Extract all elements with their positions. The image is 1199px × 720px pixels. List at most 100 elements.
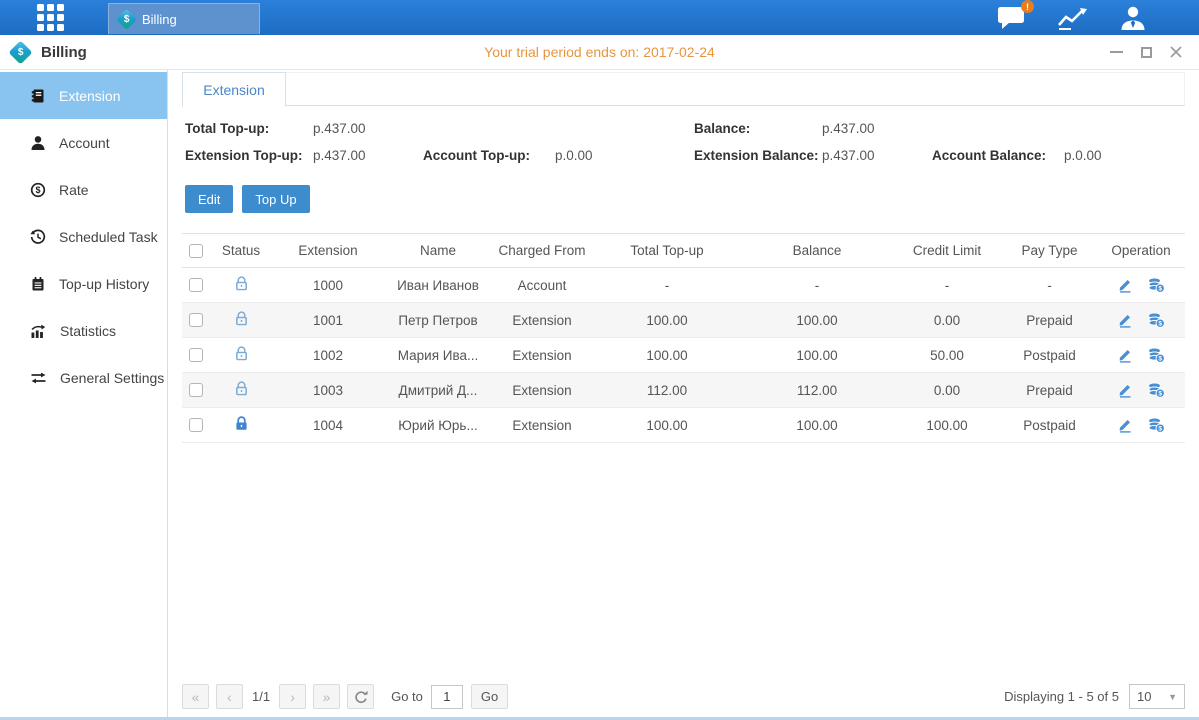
page-indicator: 1/1 — [252, 689, 270, 704]
top-up-coins-icon[interactable]: $ — [1147, 312, 1165, 328]
extension-book-icon — [30, 88, 46, 104]
cell-name: Дмитрий Д... — [384, 373, 492, 408]
app-tab-billing[interactable]: $ Billing — [108, 3, 260, 34]
sidebar-item-label: Top-up History — [59, 276, 149, 292]
sidebar-item-extension[interactable]: Extension — [0, 72, 167, 119]
select-all-checkbox[interactable] — [189, 244, 203, 258]
row-checkbox[interactable] — [189, 418, 203, 432]
sidebar-item-rate[interactable]: $ Rate — [0, 166, 167, 213]
cell-charged-from: Extension — [492, 303, 592, 338]
sidebar-item-scheduled-task[interactable]: Scheduled Task — [0, 213, 167, 260]
col-operation: Operation — [1097, 234, 1185, 268]
statistics-chart-icon[interactable] — [1057, 5, 1089, 31]
window-title-bar: $ Billing Your trial period ends on: 201… — [0, 35, 1199, 70]
row-checkbox[interactable] — [189, 278, 203, 292]
top-up-coins-icon[interactable]: $ — [1147, 347, 1165, 363]
lock-open-icon — [233, 275, 250, 292]
cell-extension: 1001 — [272, 303, 384, 338]
person-icon — [30, 135, 46, 151]
table-header-row: Status Extension Name Charged From Total… — [182, 234, 1185, 268]
sidebar-item-statistics[interactable]: Statistics — [0, 307, 167, 354]
svg-text:$: $ — [1158, 286, 1162, 293]
balance-label: Balance: — [694, 121, 822, 136]
top-up-coins-icon[interactable]: $ — [1147, 277, 1165, 293]
table-row: 1003 Дмитрий Д... Extension 112.00 112.0… — [182, 373, 1185, 408]
pagination-bar: « ‹ 1/1 › » Go to Go Displaying 1 - 5 of… — [182, 684, 1185, 709]
cell-extension: 1002 — [272, 338, 384, 373]
go-button[interactable]: Go — [471, 684, 508, 709]
close-icon[interactable] — [1169, 45, 1183, 59]
cell-extension: 1004 — [272, 408, 384, 443]
sidebar-item-label: Rate — [59, 182, 89, 198]
app-grid-icon[interactable] — [37, 4, 64, 31]
cell-credit-limit: 0.00 — [892, 373, 1002, 408]
cell-charged-from: Extension — [492, 338, 592, 373]
prev-page-button[interactable]: ‹ — [216, 684, 243, 709]
edit-button[interactable]: Edit — [185, 185, 233, 213]
table-row: 1000 Иван Иванов Account - - - - $ — [182, 268, 1185, 303]
col-total-topup: Total Top-up — [592, 234, 742, 268]
billing-diamond-icon: $ — [116, 8, 137, 29]
top-up-coins-icon[interactable]: $ — [1147, 382, 1165, 398]
svg-text:$: $ — [1158, 321, 1162, 328]
extension-balance-value: p.437.00 — [822, 148, 932, 163]
sidebar-item-topup-history[interactable]: Top-up History — [0, 260, 167, 307]
ledger-icon — [30, 276, 46, 292]
col-name: Name — [384, 234, 492, 268]
svg-text:$: $ — [35, 185, 40, 195]
lock-open-icon — [233, 310, 250, 327]
sidebar-item-account[interactable]: Account — [0, 119, 167, 166]
user-account-icon[interactable] — [1119, 5, 1147, 31]
refresh-icon — [354, 690, 368, 704]
balance-summary: Total Top-up: p.437.00 Extension Top-up:… — [182, 121, 1185, 163]
cell-balance: 100.00 — [742, 338, 892, 373]
sidebar-item-label: General Settings — [60, 370, 164, 386]
cell-credit-limit: 0.00 — [892, 303, 1002, 338]
extensions-table: Status Extension Name Charged From Total… — [182, 233, 1185, 443]
maximize-icon[interactable] — [1139, 45, 1153, 59]
sidebar-item-label: Scheduled Task — [59, 229, 158, 245]
edit-pencil-icon[interactable] — [1117, 417, 1133, 433]
first-page-button[interactable]: « — [182, 684, 209, 709]
row-checkbox[interactable] — [189, 348, 203, 362]
minimize-icon[interactable] — [1109, 45, 1123, 59]
sliders-icon — [30, 370, 47, 386]
row-checkbox[interactable] — [189, 383, 203, 397]
last-page-button[interactable]: » — [313, 684, 340, 709]
refresh-button[interactable] — [347, 684, 374, 709]
cell-charged-from: Extension — [492, 408, 592, 443]
main-content: Extension Total Top-up: p.437.00 Extensi… — [168, 70, 1199, 717]
col-pay-type: Pay Type — [1002, 234, 1097, 268]
goto-label: Go to — [391, 689, 423, 704]
next-page-button[interactable]: › — [279, 684, 306, 709]
sidebar-item-label: Account — [59, 135, 110, 151]
edit-pencil-icon[interactable] — [1117, 382, 1133, 398]
tab-strip-filler — [286, 72, 1185, 106]
goto-page-input[interactable] — [431, 685, 463, 709]
row-checkbox[interactable] — [189, 313, 203, 327]
tab-label: Extension — [203, 82, 264, 98]
balance-value: p.437.00 — [822, 121, 932, 136]
tab-extension[interactable]: Extension — [182, 72, 286, 107]
cell-balance: 100.00 — [742, 303, 892, 338]
cell-total-topup: - — [592, 268, 742, 303]
total-topup-label: Total Top-up: — [185, 121, 313, 136]
trial-message: Your trial period ends on: 2017-02-24 — [0, 44, 1199, 60]
sidebar-item-general-settings[interactable]: General Settings — [0, 354, 167, 401]
cell-pay-type: Postpaid — [1002, 338, 1097, 373]
edit-pencil-icon[interactable] — [1117, 347, 1133, 363]
cell-credit-limit: - — [892, 268, 1002, 303]
cell-total-topup: 100.00 — [592, 338, 742, 373]
top-up-coins-icon[interactable]: $ — [1147, 417, 1165, 433]
edit-pencil-icon[interactable] — [1117, 312, 1133, 328]
table-row: 1002 Мария Ива... Extension 100.00 100.0… — [182, 338, 1185, 373]
top-up-button[interactable]: Top Up — [242, 185, 309, 213]
extension-balance-label: Extension Balance: — [694, 148, 822, 163]
sidebar-item-label: Extension — [59, 88, 120, 104]
edit-pencil-icon[interactable] — [1117, 277, 1133, 293]
tab-strip: Extension — [182, 72, 1185, 106]
cell-credit-limit: 100.00 — [892, 408, 1002, 443]
svg-text:$: $ — [1158, 391, 1162, 398]
page-size-dropdown[interactable]: 10 ▼ — [1129, 684, 1185, 709]
messages-icon[interactable]: ! — [997, 5, 1027, 30]
